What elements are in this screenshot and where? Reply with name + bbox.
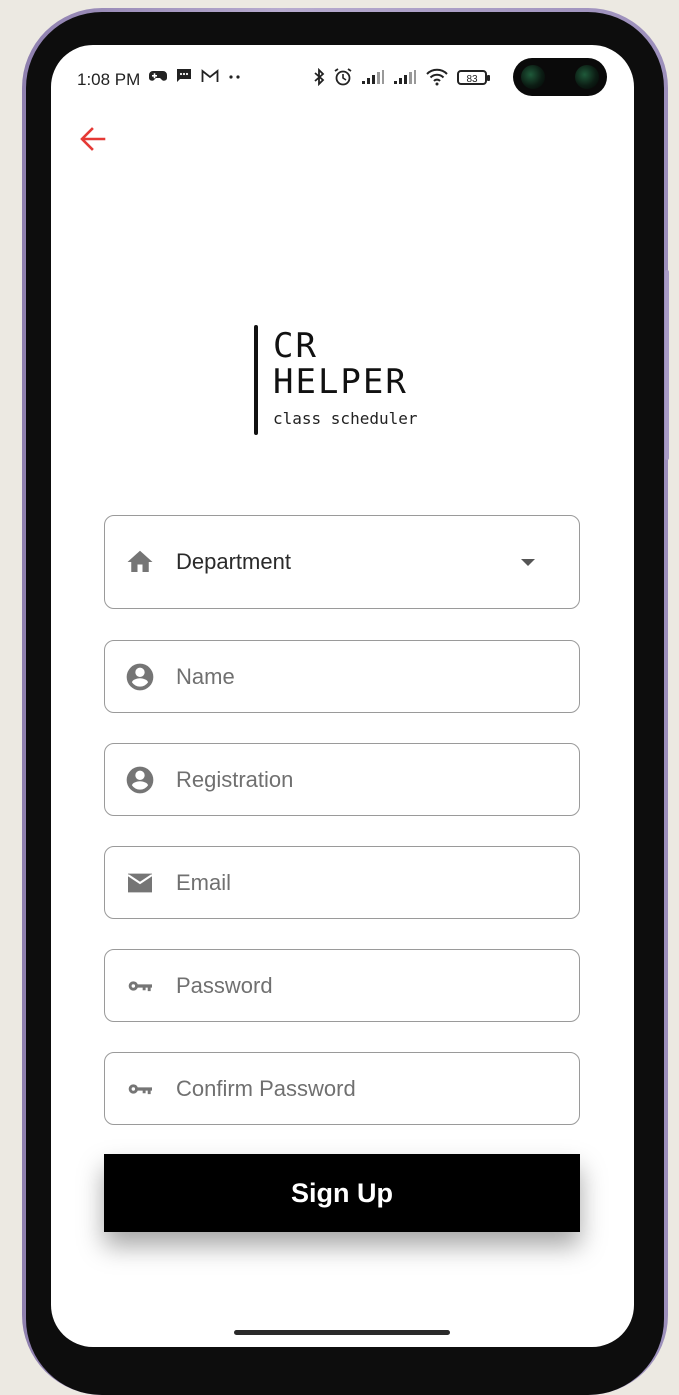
status-time: 1:08 PM: [77, 70, 141, 89]
department-dropdown[interactable]: Department: [104, 515, 580, 609]
registration-field[interactable]: Registration: [104, 743, 580, 816]
sign-up-button[interactable]: Sign Up: [104, 1154, 580, 1232]
camera-lens-icon: [575, 65, 599, 89]
more-dots-icon: [229, 74, 240, 79]
home-indicator[interactable]: [234, 1330, 450, 1335]
camera-lens-icon: [521, 65, 545, 89]
mail-icon: [124, 867, 156, 899]
name-field[interactable]: Name: [104, 640, 580, 713]
name-placeholder: Name: [176, 663, 235, 689]
logo-text-cr: CR: [273, 326, 318, 366]
signal-icon: [394, 70, 416, 84]
game-controller-icon: [149, 70, 167, 81]
front-camera-cutout: [513, 58, 607, 96]
password-placeholder: Password: [176, 972, 273, 998]
department-value: Department: [176, 549, 291, 574]
alarm-icon: [334, 68, 352, 86]
gmail-icon: [201, 68, 219, 82]
status-notification-icons: [149, 68, 242, 83]
status-bar: 1:08 PM 83: [51, 45, 634, 111]
bluetooth-icon: [314, 68, 325, 86]
status-system-icons: 83: [313, 67, 490, 87]
back-button[interactable]: [77, 123, 109, 155]
chevron-down-icon: [521, 558, 535, 566]
password-field[interactable]: Password: [104, 949, 580, 1022]
registration-placeholder: Registration: [176, 766, 294, 792]
logo-tagline: class scheduler: [273, 409, 418, 428]
logo-text-helper: HELPER: [273, 362, 408, 402]
account-circle-icon: [124, 661, 156, 693]
signal-icon: [362, 70, 384, 84]
app-logo: CR HELPER class scheduler: [251, 323, 441, 438]
app-screen: 1:08 PM 83 CR HELPER class scheduler Dep…: [51, 45, 634, 1347]
confirm-password-placeholder: Confirm Password: [176, 1075, 356, 1101]
arrow-back-icon: [80, 127, 106, 151]
key-icon: [124, 1073, 156, 1105]
message-icon: [177, 69, 191, 82]
key-icon: [124, 970, 156, 1002]
confirm-password-field[interactable]: Confirm Password: [104, 1052, 580, 1125]
wifi-icon: [426, 68, 448, 86]
email-placeholder: Email: [176, 869, 232, 895]
logo-bar: [254, 325, 258, 435]
home-icon: [124, 546, 156, 578]
account-circle-icon: [124, 764, 156, 796]
battery-indicator: 83: [457, 69, 490, 85]
email-field[interactable]: Email: [104, 846, 580, 919]
phone-side-button: [665, 270, 669, 460]
